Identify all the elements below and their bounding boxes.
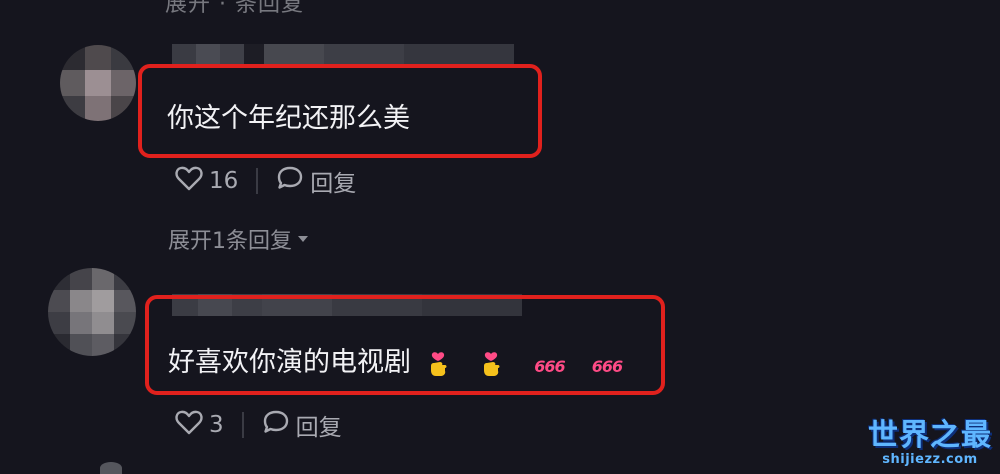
reply-button[interactable]: 回复 bbox=[276, 164, 356, 198]
watermark-title: 世界之最 bbox=[868, 418, 992, 453]
comment-text: 你这个年纪还那么美 bbox=[167, 103, 410, 134]
avatar[interactable] bbox=[48, 268, 136, 356]
username-blurred[interactable] bbox=[172, 44, 514, 66]
heart-icon bbox=[175, 409, 203, 441]
comment-actions: 16 回复 bbox=[175, 164, 356, 198]
truncated-expand-text: 展开 · 条回复 bbox=[165, 0, 304, 17]
reply-button[interactable]: 回复 bbox=[262, 408, 342, 442]
comment-actions: 3 回复 bbox=[175, 408, 342, 442]
expand-label: 展开1条回复 bbox=[168, 229, 292, 254]
heart-icon bbox=[175, 165, 203, 197]
expand-replies-link[interactable]: 展开1条回复 bbox=[168, 223, 308, 255]
comment-bubble-icon bbox=[262, 409, 290, 441]
reply-label: 回复 bbox=[310, 171, 357, 197]
like-button[interactable]: 16 bbox=[175, 165, 238, 197]
comment-content: 好喜欢你演的电视剧 666 666 bbox=[168, 340, 623, 383]
avatar[interactable] bbox=[60, 45, 136, 121]
watermark: 世界之最 shijiezz.com bbox=[868, 410, 992, 467]
reply-label: 回复 bbox=[295, 415, 342, 441]
heart-hands-emoji bbox=[426, 351, 450, 383]
watermark-url: shijiezz.com bbox=[882, 452, 978, 467]
like-button[interactable]: 3 bbox=[175, 409, 224, 441]
chevron-down-icon bbox=[298, 236, 308, 242]
divider bbox=[256, 168, 259, 194]
number-666-emoji: 666 bbox=[591, 357, 623, 376]
like-count: 16 bbox=[209, 168, 239, 194]
divider bbox=[241, 412, 244, 438]
avatar bbox=[100, 462, 122, 474]
comment-text: 好喜欢你演的电视剧 bbox=[168, 347, 411, 378]
like-count: 3 bbox=[209, 412, 224, 438]
heart-hands-emoji bbox=[479, 351, 503, 383]
comment-bubble-icon bbox=[276, 165, 304, 197]
number-666-emoji: 666 bbox=[534, 357, 565, 376]
